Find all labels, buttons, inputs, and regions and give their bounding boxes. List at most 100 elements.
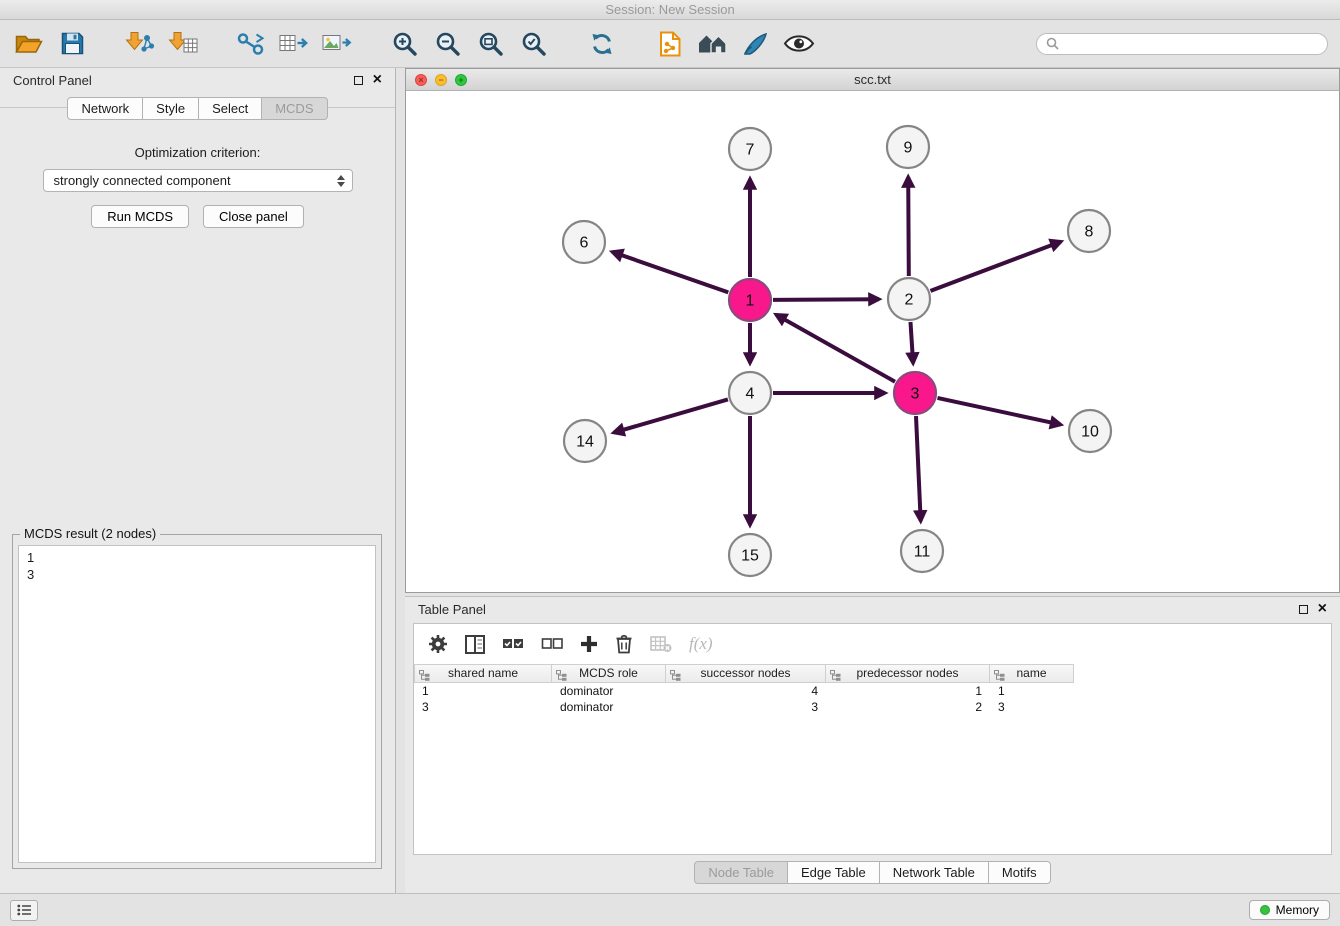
- column-header-MCDS-role[interactable]: MCDS role: [552, 664, 666, 683]
- zoom-selected-button[interactable]: [517, 27, 551, 61]
- network-window-titlebar[interactable]: × − + scc.txt: [406, 69, 1339, 91]
- window-title: Session: New Session: [605, 2, 734, 17]
- graph-edge-2-9[interactable]: [908, 177, 909, 276]
- search-box[interactable]: [1036, 33, 1328, 55]
- graph-node-4[interactable]: 4: [729, 372, 771, 414]
- close-panel-icon[interactable]: ×: [373, 74, 382, 86]
- tab-network[interactable]: Network: [67, 97, 143, 120]
- delete-table-button[interactable]: [650, 635, 672, 653]
- table-cell: dominator: [552, 683, 666, 699]
- table-cell: 3: [666, 699, 826, 715]
- float-panel-icon[interactable]: [354, 76, 363, 85]
- graph-edge-1-6[interactable]: [612, 252, 728, 293]
- graph-node-3[interactable]: 3: [894, 372, 936, 414]
- graph-edge-2-8[interactable]: [931, 242, 1061, 291]
- tab-mcds[interactable]: MCDS: [261, 97, 327, 120]
- minimize-window-icon[interactable]: −: [435, 74, 447, 86]
- unselect-all-columns-button[interactable]: [541, 637, 563, 651]
- apply-style-button[interactable]: [739, 27, 773, 61]
- network-selection-icon: [237, 32, 265, 56]
- run-mcds-button[interactable]: Run MCDS: [91, 205, 189, 228]
- mcds-panel-body: Optimization criterion: strongly connect…: [0, 107, 395, 891]
- zoom-out-icon: [435, 31, 461, 56]
- column-header-name[interactable]: name: [990, 664, 1074, 683]
- table-cell: 2: [826, 699, 990, 715]
- table-row[interactable]: 3dominator323: [414, 699, 1331, 715]
- mcds-result-list[interactable]: 13: [18, 545, 376, 863]
- graph-node-2[interactable]: 2: [888, 278, 930, 320]
- delete-columns-button[interactable]: [615, 634, 633, 654]
- tab-motifs[interactable]: Motifs: [988, 861, 1051, 884]
- tab-edge-table[interactable]: Edge Table: [787, 861, 880, 884]
- tab-select[interactable]: Select: [198, 97, 262, 120]
- delete-table-icon: [650, 635, 672, 653]
- network-file-button[interactable]: [653, 27, 687, 61]
- node-label: 6: [580, 235, 589, 252]
- column-label: successor nodes: [700, 666, 790, 680]
- show-column-panel-button[interactable]: [465, 635, 485, 654]
- criterion-dropdown[interactable]: strongly connected component: [43, 169, 353, 192]
- table-header-row: shared nameMCDS role successor nodes prede…: [414, 664, 1331, 683]
- search-input[interactable]: [1064, 37, 1318, 51]
- graph-node-15[interactable]: 15: [729, 534, 771, 576]
- memory-button[interactable]: Memory: [1249, 900, 1330, 920]
- table-cell: 1: [414, 683, 552, 699]
- tab-node-table[interactable]: Node Table: [694, 861, 788, 884]
- memory-label: Memory: [1276, 903, 1319, 917]
- function-builder-button[interactable]: f(x): [689, 634, 713, 654]
- zoom-fit-button[interactable]: [474, 27, 508, 61]
- graph-edge-3-1[interactable]: [776, 315, 895, 382]
- zoom-fit-icon: [478, 31, 504, 56]
- close-window-icon[interactable]: ×: [415, 74, 427, 86]
- zoom-selected-icon: [521, 31, 547, 56]
- import-table-file-button[interactable]: [166, 27, 200, 61]
- tab-style[interactable]: Style: [142, 97, 199, 120]
- table-settings-button[interactable]: [428, 634, 448, 654]
- graph-edge-2-3[interactable]: [911, 322, 914, 363]
- save-icon: [61, 32, 84, 55]
- graph-node-7[interactable]: 7: [729, 128, 771, 170]
- column-header-shared-name[interactable]: shared name: [414, 664, 552, 683]
- task-history-button[interactable]: [10, 900, 38, 921]
- table-row[interactable]: 1dominator411: [414, 683, 1331, 699]
- close-table-panel-icon[interactable]: ×: [1318, 603, 1327, 615]
- zoom-out-button[interactable]: [431, 27, 465, 61]
- graph-node-6[interactable]: 6: [563, 221, 605, 263]
- graph-edge-3-10[interactable]: [938, 398, 1061, 425]
- graph-node-14[interactable]: 14: [564, 420, 606, 462]
- table-toolbar: f(x): [414, 624, 1331, 664]
- graph-node-8[interactable]: 8: [1068, 210, 1110, 252]
- show-graphics-details-button[interactable]: [782, 27, 816, 61]
- export-image-button[interactable]: [320, 27, 354, 61]
- close-mcds-panel-button[interactable]: Close panel: [203, 205, 304, 228]
- table-panel-header: Table Panel ×: [405, 597, 1340, 621]
- export-image-icon: [322, 32, 352, 56]
- new-network-from-selection-button[interactable]: [234, 27, 268, 61]
- graph-node-11[interactable]: 11: [901, 530, 943, 572]
- column-header-predecessor-nodes[interactable]: predecessor nodes: [826, 664, 990, 683]
- graph-node-9[interactable]: 9: [887, 126, 929, 168]
- import-network-file-button[interactable]: [123, 27, 157, 61]
- zoom-in-button[interactable]: [388, 27, 422, 61]
- graph-edge-1-2[interactable]: [773, 299, 879, 300]
- apply-layout-button[interactable]: [585, 27, 619, 61]
- column-header-successor-nodes[interactable]: successor nodes: [666, 664, 826, 683]
- export-table-button[interactable]: [277, 27, 311, 61]
- criterion-selected-value: strongly connected component: [54, 173, 231, 188]
- welcome-screen-button[interactable]: [696, 27, 730, 61]
- graph-edge-3-11[interactable]: [916, 416, 921, 521]
- graph-node-1[interactable]: 1: [729, 279, 771, 321]
- network-canvas[interactable]: 7 9 6 8 1 2 4 3 14 10 15 11: [406, 91, 1339, 592]
- zoom-window-icon[interactable]: +: [455, 74, 467, 86]
- unselect-all-icon: [541, 637, 563, 651]
- save-session-button[interactable]: [55, 27, 89, 61]
- homes-icon: [697, 32, 729, 55]
- graph-edge-4-14[interactable]: [614, 399, 728, 432]
- graph-node-10[interactable]: 10: [1069, 410, 1111, 452]
- node-label: 10: [1081, 424, 1099, 441]
- create-column-button[interactable]: [580, 635, 598, 653]
- open-session-button[interactable]: [12, 27, 46, 61]
- select-all-columns-button[interactable]: [502, 637, 524, 651]
- float-table-panel-icon[interactable]: [1299, 605, 1308, 614]
- tab-network-table[interactable]: Network Table: [879, 861, 989, 884]
